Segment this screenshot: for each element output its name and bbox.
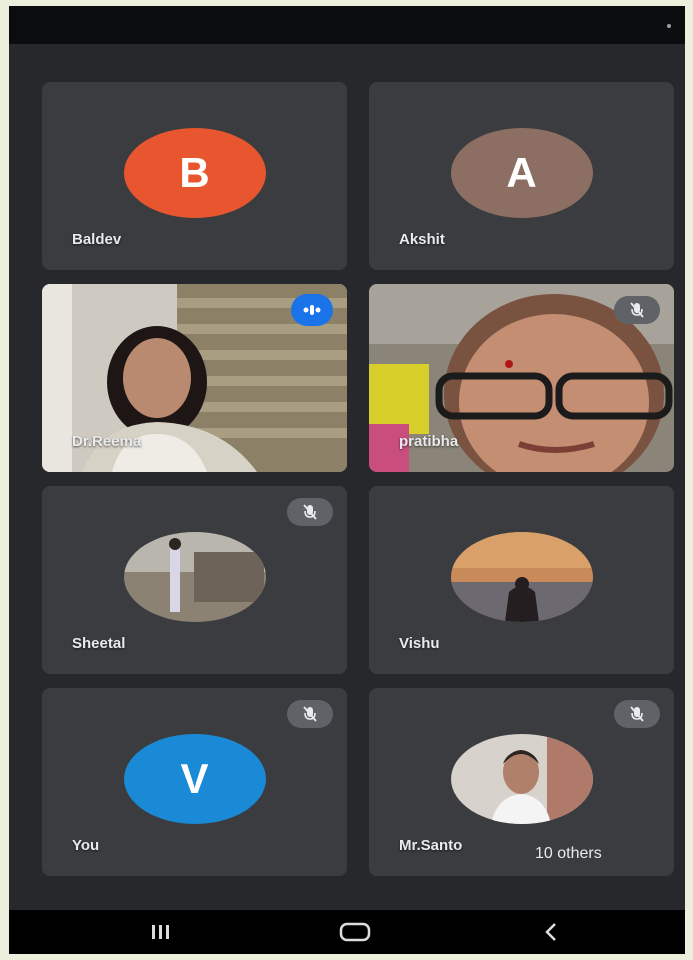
participant-tile-vishu[interactable]: Vishu [369,486,674,674]
recents-icon[interactable] [141,918,181,946]
speaking-indicator-icon [291,294,333,326]
participant-tile-baldev[interactable]: B Baldev [42,82,347,270]
avatar-photo [450,532,593,622]
avatar-photo [123,532,266,622]
back-icon[interactable] [531,918,571,946]
system-nav-bar [9,910,685,954]
participant-grid: B Baldev A Akshit Dr.Reema pratibha Shee… [9,6,685,886]
avatar: V [123,734,266,824]
mic-off-icon [287,700,333,728]
meeting-screen: B Baldev A Akshit Dr.Reema pratibha Shee… [9,6,685,954]
participant-tile-dr-reema[interactable]: Dr.Reema [42,284,347,472]
mic-off-icon [614,296,660,324]
avatar: A [450,128,593,218]
participant-tile-akshit[interactable]: A Akshit [369,82,674,270]
avatar-photo [450,734,593,824]
avatar: B [123,128,266,218]
avatar-initial: V [180,755,209,802]
participant-tile-you[interactable]: V You [42,688,347,876]
home-icon[interactable] [335,918,375,946]
others-button[interactable]: 10 others [521,837,616,871]
participant-tile-sheetal[interactable]: Sheetal [42,486,347,674]
participant-name: Baldev [72,231,122,248]
participant-name: pratibha [399,433,459,450]
participant-name: Vishu [399,635,440,652]
participant-name: Mr.Santo [399,837,463,854]
participant-name: Sheetal [72,635,126,652]
participant-tile-pratibha[interactable]: pratibha [369,284,674,472]
mic-off-icon [614,700,660,728]
participant-name: Dr.Reema [72,433,142,450]
mic-off-icon [287,498,333,526]
avatar-initial: A [506,149,537,196]
participant-name: You [72,837,100,854]
avatar-initial: B [179,149,210,196]
participant-name: Akshit [399,231,445,248]
